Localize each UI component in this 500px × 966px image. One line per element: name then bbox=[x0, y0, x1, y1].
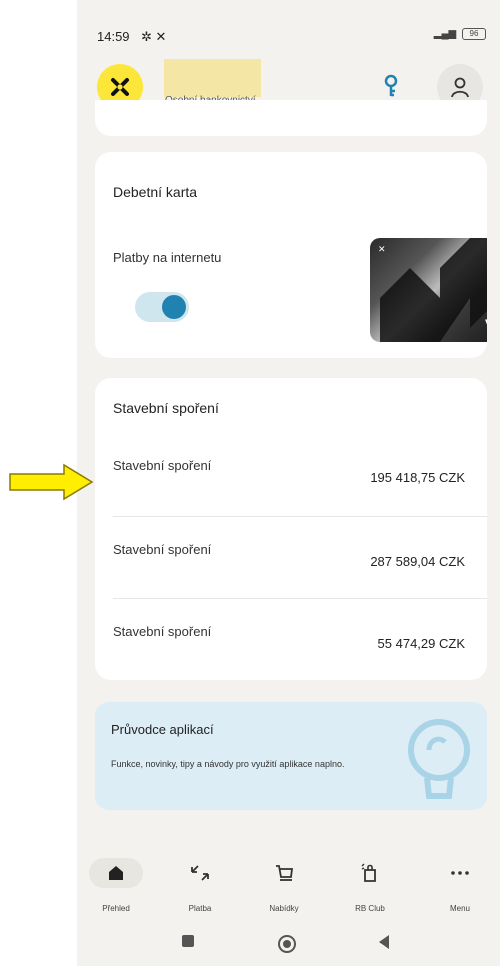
nav-item-offers[interactable]: Nabídky bbox=[249, 852, 319, 922]
home-circle-icon[interactable] bbox=[277, 934, 297, 954]
card-image[interactable]: ✕ VI bbox=[370, 238, 487, 342]
transfer-arrows-icon bbox=[173, 858, 227, 888]
account-amount: 195 418,75 CZK bbox=[370, 470, 465, 485]
savings-account-row[interactable]: Stavební spoření 287 589,04 CZK bbox=[95, 518, 487, 600]
user-icon bbox=[451, 77, 469, 98]
card-brand: VI bbox=[485, 316, 487, 332]
account-name: Stavební spoření bbox=[113, 458, 212, 473]
battery-indicator: 96 bbox=[462, 28, 486, 40]
nav-item-rb-club[interactable]: RB Club bbox=[335, 852, 405, 922]
guide-title: Průvodce aplikací bbox=[111, 722, 214, 737]
savings-account-row[interactable]: Stavební spoření 195 418,75 CZK bbox=[95, 442, 487, 524]
lightbulb-icon bbox=[408, 719, 470, 799]
annotation-arrow-icon bbox=[9, 463, 94, 501]
account-name: Stavební spoření bbox=[113, 624, 212, 639]
building-savings-section: Stavební spoření Stavební spoření 195 41… bbox=[95, 378, 487, 680]
bottom-navigation: Přehled Platba Nabídky RB Club Menu bbox=[77, 852, 500, 922]
nav-label: Platba bbox=[188, 904, 212, 913]
status-bar: 14:59 ✲ ✕ ▂▄▆ 96 bbox=[77, 0, 500, 62]
divider bbox=[113, 598, 487, 599]
building-savings-title: Stavební spoření bbox=[113, 400, 219, 416]
toggle-knob bbox=[162, 295, 186, 319]
account-name: Stavební spoření bbox=[113, 542, 212, 557]
back-triangle-icon[interactable] bbox=[377, 934, 391, 950]
nav-label: Přehled bbox=[102, 904, 130, 913]
settings-status-icon: ✲ ✕ bbox=[141, 29, 167, 44]
cart-icon bbox=[257, 858, 311, 888]
nav-item-overview[interactable]: Přehled bbox=[81, 852, 151, 922]
more-icon bbox=[433, 858, 487, 888]
debit-card-section[interactable]: Debetní karta Platby na internetu ✕ VI bbox=[95, 152, 487, 358]
nav-label: Menu bbox=[449, 904, 470, 913]
signal-icon: ▂▄▆ 96 bbox=[434, 28, 486, 40]
divider bbox=[113, 516, 487, 517]
previous-card-bottom bbox=[95, 100, 487, 136]
savings-account-row[interactable]: Stavební spoření 55 474,29 CZK bbox=[95, 600, 487, 682]
system-navigation-bar bbox=[77, 922, 500, 966]
nav-label: Nabídky bbox=[269, 904, 299, 913]
guide-description: Funkce, novinky, tipy a návody pro využi… bbox=[111, 759, 345, 769]
phone-screen: 14:59 ✲ ✕ ▂▄▆ 96 Osobní bankovnictví Deb… bbox=[77, 0, 500, 966]
gift-bag-icon bbox=[343, 858, 397, 888]
app-guide-banner[interactable]: Průvodce aplikací Funkce, novinky, tipy … bbox=[95, 702, 487, 810]
account-amount: 287 589,04 CZK bbox=[370, 554, 465, 569]
internet-payments-toggle[interactable] bbox=[135, 292, 189, 322]
redacted-user-name bbox=[164, 59, 261, 97]
account-amount: 55 474,29 CZK bbox=[377, 636, 465, 651]
recent-apps-icon[interactable] bbox=[181, 934, 195, 948]
debit-card-title: Debetní karta bbox=[113, 184, 198, 200]
nav-label: RB Club bbox=[355, 904, 385, 913]
nav-item-menu[interactable]: Menu bbox=[425, 852, 495, 922]
internet-payments-label: Platby na internetu bbox=[113, 250, 222, 265]
nav-item-payment[interactable]: Platba bbox=[165, 852, 235, 922]
home-icon bbox=[89, 858, 143, 888]
key-icon[interactable] bbox=[383, 74, 399, 103]
status-time: 14:59 bbox=[97, 29, 130, 44]
